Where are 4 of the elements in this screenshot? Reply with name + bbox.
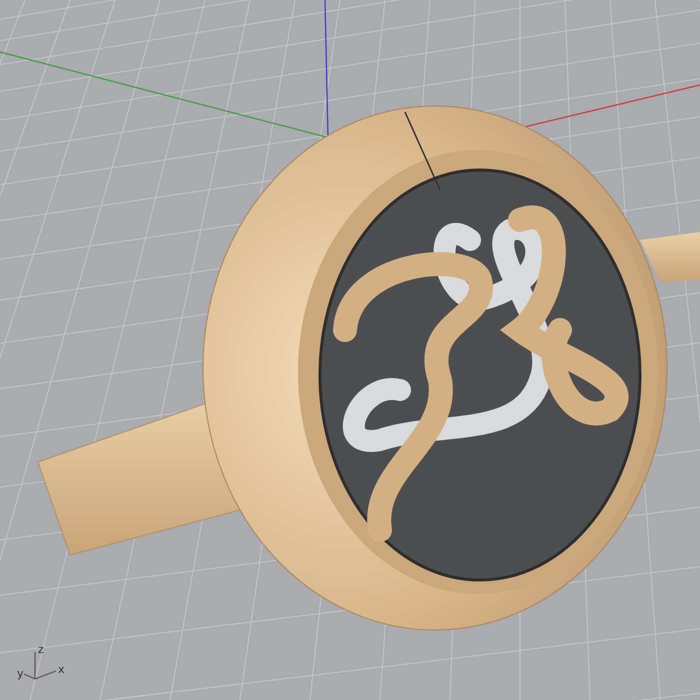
axis-gizmo-icon (24, 652, 56, 680)
axis-label: z (38, 644, 44, 655)
axis-label: y (17, 668, 24, 679)
axis-label: x (58, 664, 65, 675)
